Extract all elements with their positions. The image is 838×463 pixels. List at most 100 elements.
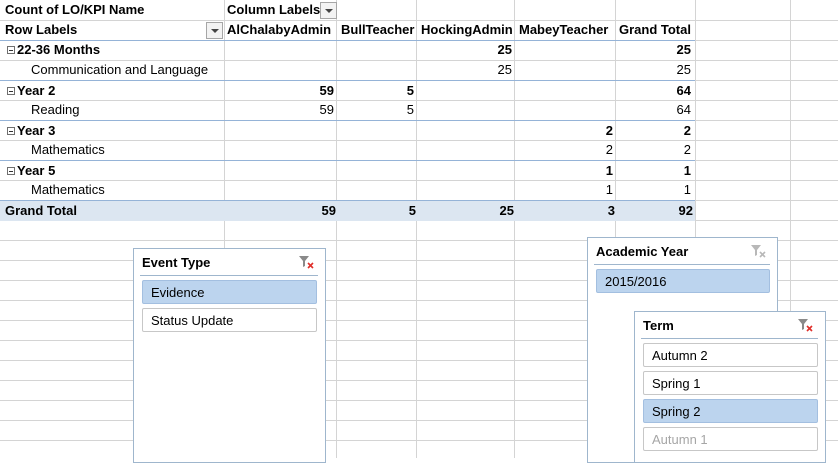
pivot-value-cell[interactable]	[336, 121, 414, 141]
column-header[interactable]: AlChalabyAdmin	[227, 20, 331, 40]
clear-filter-icon[interactable]	[797, 317, 813, 333]
pivot-value-cell[interactable]	[224, 140, 334, 160]
row-label[interactable]: Mathematics	[31, 180, 105, 200]
pivot-value-cell[interactable]	[416, 180, 512, 200]
grand-total-label[interactable]: Grand Total	[5, 201, 77, 221]
pivot-group-row: Year 3 22	[0, 120, 695, 141]
pivot-value-cell[interactable]	[416, 121, 512, 141]
pivot-value-cell[interactable]	[224, 121, 334, 141]
pivot-value-cell[interactable]: 1	[514, 180, 613, 200]
pivot-value-cell[interactable]	[224, 161, 334, 181]
grand-total-value[interactable]: 5	[336, 201, 416, 221]
slicer-title: Term	[643, 318, 674, 333]
pivot-value-cell[interactable]	[514, 60, 613, 80]
pivot-value-cell[interactable]	[416, 81, 512, 101]
slicer-item-spring-1[interactable]: Spring 1	[643, 371, 818, 395]
slicer-item-2015-2016[interactable]: 2015/2016	[596, 269, 770, 293]
pivot-value-cell[interactable]: 2	[514, 121, 613, 141]
slicer-divider	[641, 338, 818, 339]
pivot-header-row-1: Count of LO/KPI Name Column Labels	[0, 0, 695, 20]
pivot-value-cell[interactable]: 25	[615, 40, 691, 60]
column-header[interactable]: HockingAdmin	[421, 20, 513, 40]
pivot-value-cell[interactable]	[224, 40, 334, 60]
value-field-header[interactable]: Count of LO/KPI Name	[5, 0, 144, 20]
row-label-text: Mathematics	[31, 142, 105, 157]
pivot-value-cell[interactable]: 1	[615, 180, 691, 200]
pivot-value-cell[interactable]: 64	[615, 81, 691, 101]
row-label[interactable]: Communication and Language	[31, 60, 208, 80]
collapse-minus-icon[interactable]	[7, 87, 15, 95]
pivot-value-cell[interactable]	[336, 161, 414, 181]
slicer-item-status-update[interactable]: Status Update	[142, 308, 317, 332]
collapse-minus-icon[interactable]	[7, 127, 15, 135]
grand-total-value[interactable]: 92	[615, 201, 693, 221]
pivot-value-cell[interactable]	[514, 100, 613, 120]
row-label[interactable]: Reading	[31, 100, 79, 120]
collapse-minus-icon[interactable]	[7, 46, 15, 54]
pivot-value-cell[interactable]	[336, 60, 414, 80]
row-label-text: Year 3	[17, 123, 56, 138]
pivot-detail-row: Mathematics 2 2	[0, 140, 695, 160]
pivot-value-cell[interactable]: 25	[416, 60, 512, 80]
pivot-value-cell[interactable]	[514, 40, 613, 60]
pivot-value-cell[interactable]: 5	[336, 81, 414, 101]
pivot-value-cell[interactable]: 59	[224, 81, 334, 101]
pivot-value-cell[interactable]: 2	[514, 140, 613, 160]
pivot-table: Count of LO/KPI Name Column Labels Row L…	[0, 0, 695, 221]
pivot-value-cell[interactable]	[224, 180, 334, 200]
pivot-value-cell[interactable]	[336, 40, 414, 60]
slicer-title: Event Type	[142, 255, 211, 270]
pivot-value-cell[interactable]	[416, 100, 512, 120]
clear-filter-icon[interactable]	[750, 243, 766, 259]
pivot-detail-row: Communication and Language 25 25	[0, 60, 695, 80]
grand-total-value[interactable]: 59	[224, 201, 336, 221]
slicer-item-evidence[interactable]: Evidence	[142, 280, 317, 304]
column-labels-dropdown-icon[interactable]	[320, 2, 337, 19]
pivot-group-row: 22-36 Months 25 25	[0, 40, 695, 60]
pivot-value-cell[interactable]	[224, 60, 334, 80]
pivot-detail-row: Reading 59 5 64	[0, 100, 695, 120]
row-label[interactable]: Mathematics	[31, 140, 105, 160]
row-label-text: 22-36 Months	[17, 42, 101, 57]
row-label-text: Mathematics	[31, 182, 105, 197]
row-label[interactable]: Year 5	[7, 161, 55, 181]
pivot-value-cell[interactable]: 25	[615, 60, 691, 80]
row-label[interactable]: Year 2	[7, 81, 55, 101]
slicer-item-autumn-1[interactable]: Autumn 1	[643, 427, 818, 451]
pivot-value-cell[interactable]	[416, 140, 512, 160]
pivot-group-row: Year 5 11	[0, 160, 695, 181]
collapse-minus-icon[interactable]	[7, 167, 15, 175]
pivot-value-cell[interactable]: 2	[615, 121, 691, 141]
slicer-item-spring-2[interactable]: Spring 2	[643, 399, 818, 423]
row-label[interactable]: Year 3	[7, 121, 55, 141]
pivot-value-cell[interactable]: 59	[224, 100, 334, 120]
pivot-group-row: Year 2 59 5 64	[0, 80, 695, 101]
slicer-item-autumn-2[interactable]: Autumn 2	[643, 343, 818, 367]
pivot-value-cell[interactable]	[514, 81, 613, 101]
pivot-value-cell[interactable]	[416, 161, 512, 181]
grand-total-value[interactable]: 3	[514, 201, 615, 221]
pivot-value-cell[interactable]: 1	[615, 161, 691, 181]
slicer-divider	[140, 275, 318, 276]
row-label[interactable]: 22-36 Months	[7, 40, 100, 60]
row-labels-header[interactable]: Row Labels	[5, 20, 77, 40]
pivot-value-cell[interactable]: 25	[416, 40, 512, 60]
pivot-value-cell[interactable]: 2	[615, 140, 691, 160]
clear-filter-icon[interactable]	[298, 254, 314, 270]
pivot-value-cell[interactable]: 64	[615, 100, 691, 120]
event-type-slicer[interactable]: Event Type Evidence Status Update	[133, 248, 326, 463]
column-header[interactable]: BullTeacher	[341, 20, 414, 40]
pivot-value-cell[interactable]: 5	[336, 100, 414, 120]
column-labels-header[interactable]: Column Labels	[227, 0, 320, 20]
grand-total-value[interactable]: 25	[416, 201, 514, 221]
term-slicer[interactable]: Term Autumn 2 Spring 1 Spring 2 Autumn 1	[634, 311, 826, 463]
slicer-divider	[594, 264, 770, 265]
column-header[interactable]: MabeyTeacher	[519, 20, 608, 40]
row-label-text: Communication and Language	[31, 62, 209, 77]
column-header[interactable]: Grand Total	[619, 20, 691, 40]
pivot-value-cell[interactable]: 1	[514, 161, 613, 181]
pivot-value-cell[interactable]	[336, 140, 414, 160]
pivot-value-cell[interactable]	[336, 180, 414, 200]
row-label-text: Year 2	[17, 83, 56, 98]
row-labels-dropdown-icon[interactable]	[206, 22, 223, 39]
